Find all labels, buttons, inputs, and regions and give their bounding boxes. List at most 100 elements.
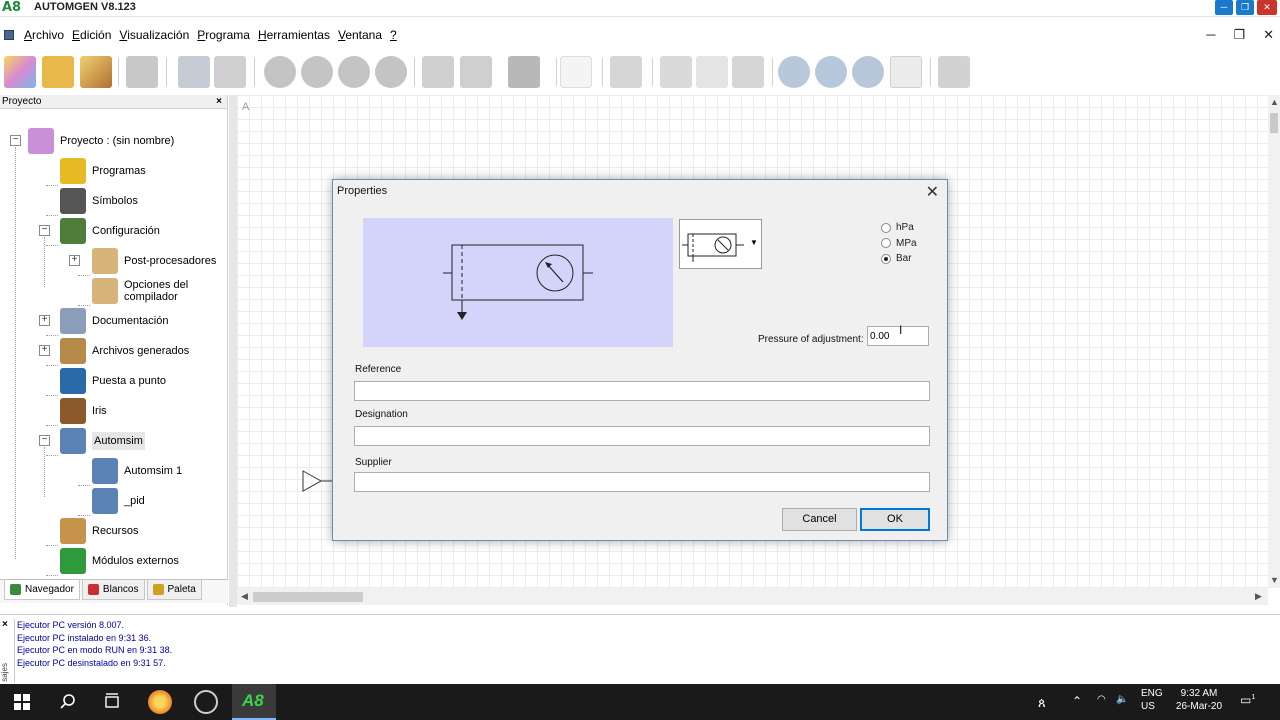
minimize-button[interactable]: ─	[1215, 0, 1233, 15]
reference-input[interactable]	[354, 381, 930, 401]
tree-item-config[interactable]: Configuración	[60, 216, 160, 246]
document-icon[interactable]	[4, 30, 14, 40]
tree-item-docs[interactable]: Documentación	[60, 306, 168, 336]
edit-icon[interactable]	[80, 56, 112, 88]
network-icon[interactable]: ◠	[1097, 694, 1106, 705]
vertical-scrollbar[interactable]: ▲ ▼	[1268, 95, 1280, 588]
tree-item-modules[interactable]: Módulos externos	[60, 546, 179, 576]
new-project-icon[interactable]	[4, 56, 36, 88]
tree-item-postproc[interactable]: Post-procesadores	[92, 246, 216, 276]
stop-icon[interactable]	[338, 56, 370, 88]
zoom-in-icon[interactable]	[778, 56, 810, 88]
tree-item-symbols[interactable]: Símbolos	[60, 186, 138, 216]
tree-item-project[interactable]: Proyecto : (sin nombre)	[28, 126, 174, 156]
tab-paleta[interactable]: Paleta	[146, 580, 202, 600]
panel-splitter[interactable]	[229, 95, 237, 607]
menu-item-2[interactable]: Visualización	[115, 28, 193, 42]
menu-item-5[interactable]: Ventana	[334, 28, 386, 42]
collapse-icon[interactable]: −	[39, 435, 50, 446]
mdi-close-button[interactable]: ✕	[1263, 27, 1274, 43]
tree-item-iris[interactable]: Iris	[60, 396, 107, 426]
expand-icon[interactable]: +	[39, 345, 50, 356]
mdi-restore-button[interactable]: ❐	[1233, 27, 1245, 43]
region-code: US	[1141, 701, 1155, 712]
compile-icon[interactable]	[178, 56, 210, 88]
selector-dropdown-icon[interactable]: ▼	[750, 238, 758, 247]
cancel-button[interactable]: Cancel	[782, 508, 857, 531]
tree-item-generated[interactable]: Archivos generados	[60, 336, 189, 366]
unit-radio-mpa[interactable]: MPa	[881, 236, 917, 252]
tree-item-debug[interactable]: Puesta a punto	[60, 366, 166, 396]
zoom-fit-icon[interactable]	[852, 56, 884, 88]
people-icon[interactable]: ጰ	[1038, 695, 1046, 711]
connect-icon[interactable]	[422, 56, 454, 88]
scroll-down-icon[interactable]: ▼	[1270, 575, 1279, 585]
paste-icon[interactable]	[732, 56, 764, 88]
expand-icon[interactable]: +	[39, 315, 50, 326]
clock[interactable]: 9:32 AM 26-Mar-20	[1171, 688, 1227, 712]
volume-icon[interactable]: 🔈	[1116, 694, 1128, 705]
menu-item-3[interactable]: Programa	[193, 28, 254, 42]
language-indicator[interactable]: ENG US	[1141, 688, 1163, 712]
mdi-minimize-button[interactable]: ─	[1206, 27, 1215, 43]
tree-item-pid[interactable]: _pid	[92, 486, 145, 516]
tray-expand-icon[interactable]: ⌃	[1072, 694, 1082, 708]
cut-icon[interactable]	[660, 56, 692, 88]
radio-dot-icon	[881, 238, 891, 249]
designation-input[interactable]	[354, 426, 930, 446]
tree-item-resources[interactable]: Recursos	[60, 516, 138, 546]
zoom-out-icon[interactable]	[815, 56, 847, 88]
menu-item-0[interactable]: Archivo	[20, 28, 68, 42]
disconnect-icon[interactable]	[460, 56, 492, 88]
print-icon[interactable]	[126, 56, 158, 88]
vertical-scroll-thumb[interactable]	[1270, 113, 1278, 133]
step-icon[interactable]	[375, 56, 407, 88]
notifications-icon[interactable]: ▭1	[1240, 693, 1255, 707]
horizontal-scrollbar[interactable]: ◀ ▶	[237, 588, 1268, 605]
ok-button[interactable]: OK	[860, 508, 930, 531]
dialog-close-icon[interactable]: ✕	[926, 182, 939, 202]
open-folder-icon[interactable]	[42, 56, 74, 88]
tree-item-automsim[interactable]: Automsim	[60, 426, 145, 456]
tree-item-programs[interactable]: Programas	[60, 156, 146, 186]
supplier-input[interactable]	[354, 472, 930, 492]
expand-icon[interactable]: +	[69, 255, 80, 266]
messages-close-icon[interactable]: ×	[2, 619, 8, 630]
scroll-right-icon[interactable]: ▶	[1255, 591, 1262, 602]
scroll-left-icon[interactable]: ◀	[241, 591, 248, 602]
tab-blancos[interactable]: Blancos	[81, 580, 145, 600]
pressure-input[interactable]	[867, 326, 929, 346]
collapse-icon[interactable]: −	[39, 225, 50, 236]
symbol-selector[interactable]: ▼	[679, 219, 762, 269]
search-icon[interactable]	[56, 690, 80, 714]
collapse-icon[interactable]: −	[10, 135, 21, 146]
unit-radio-bar[interactable]: Bar	[881, 251, 917, 267]
run-icon[interactable]	[264, 56, 296, 88]
windows-start-icon[interactable]	[10, 690, 34, 714]
scroll-up-icon[interactable]: ▲	[1270, 97, 1279, 107]
stop-compile-icon[interactable]	[214, 56, 246, 88]
panel-close-icon[interactable]: ×	[216, 95, 222, 108]
browser-icon[interactable]	[148, 690, 172, 714]
automsim-error-icon	[92, 488, 118, 514]
grafcet-icon[interactable]	[508, 56, 540, 88]
close-window-button[interactable]: ✕	[1257, 0, 1277, 15]
copy-icon[interactable]	[696, 56, 728, 88]
tree-item-compiler[interactable]: Opciones del compilador	[92, 276, 214, 306]
blank-tool-icon[interactable]	[560, 56, 592, 88]
page-icon[interactable]	[890, 56, 922, 88]
automgen-taskbar-button[interactable]: A8	[232, 684, 276, 720]
horizontal-scroll-thumb[interactable]	[253, 592, 363, 602]
task-view-icon[interactable]	[100, 690, 124, 714]
hardware-icon[interactable]	[938, 56, 970, 88]
unit-radio-hpa[interactable]: hPa	[881, 220, 917, 236]
tab-navegador[interactable]: Navegador	[4, 580, 80, 600]
pause-icon[interactable]	[301, 56, 333, 88]
tree-item-automsim1[interactable]: Automsim 1	[92, 456, 182, 486]
hand-tool-icon[interactable]	[610, 56, 642, 88]
camera-app-icon[interactable]	[194, 690, 218, 714]
restore-button[interactable]: ❐	[1236, 0, 1254, 15]
menu-item-6[interactable]: ?	[386, 28, 401, 42]
menu-item-1[interactable]: Edición	[68, 28, 115, 42]
menu-item-4[interactable]: Herramientas	[254, 28, 334, 42]
